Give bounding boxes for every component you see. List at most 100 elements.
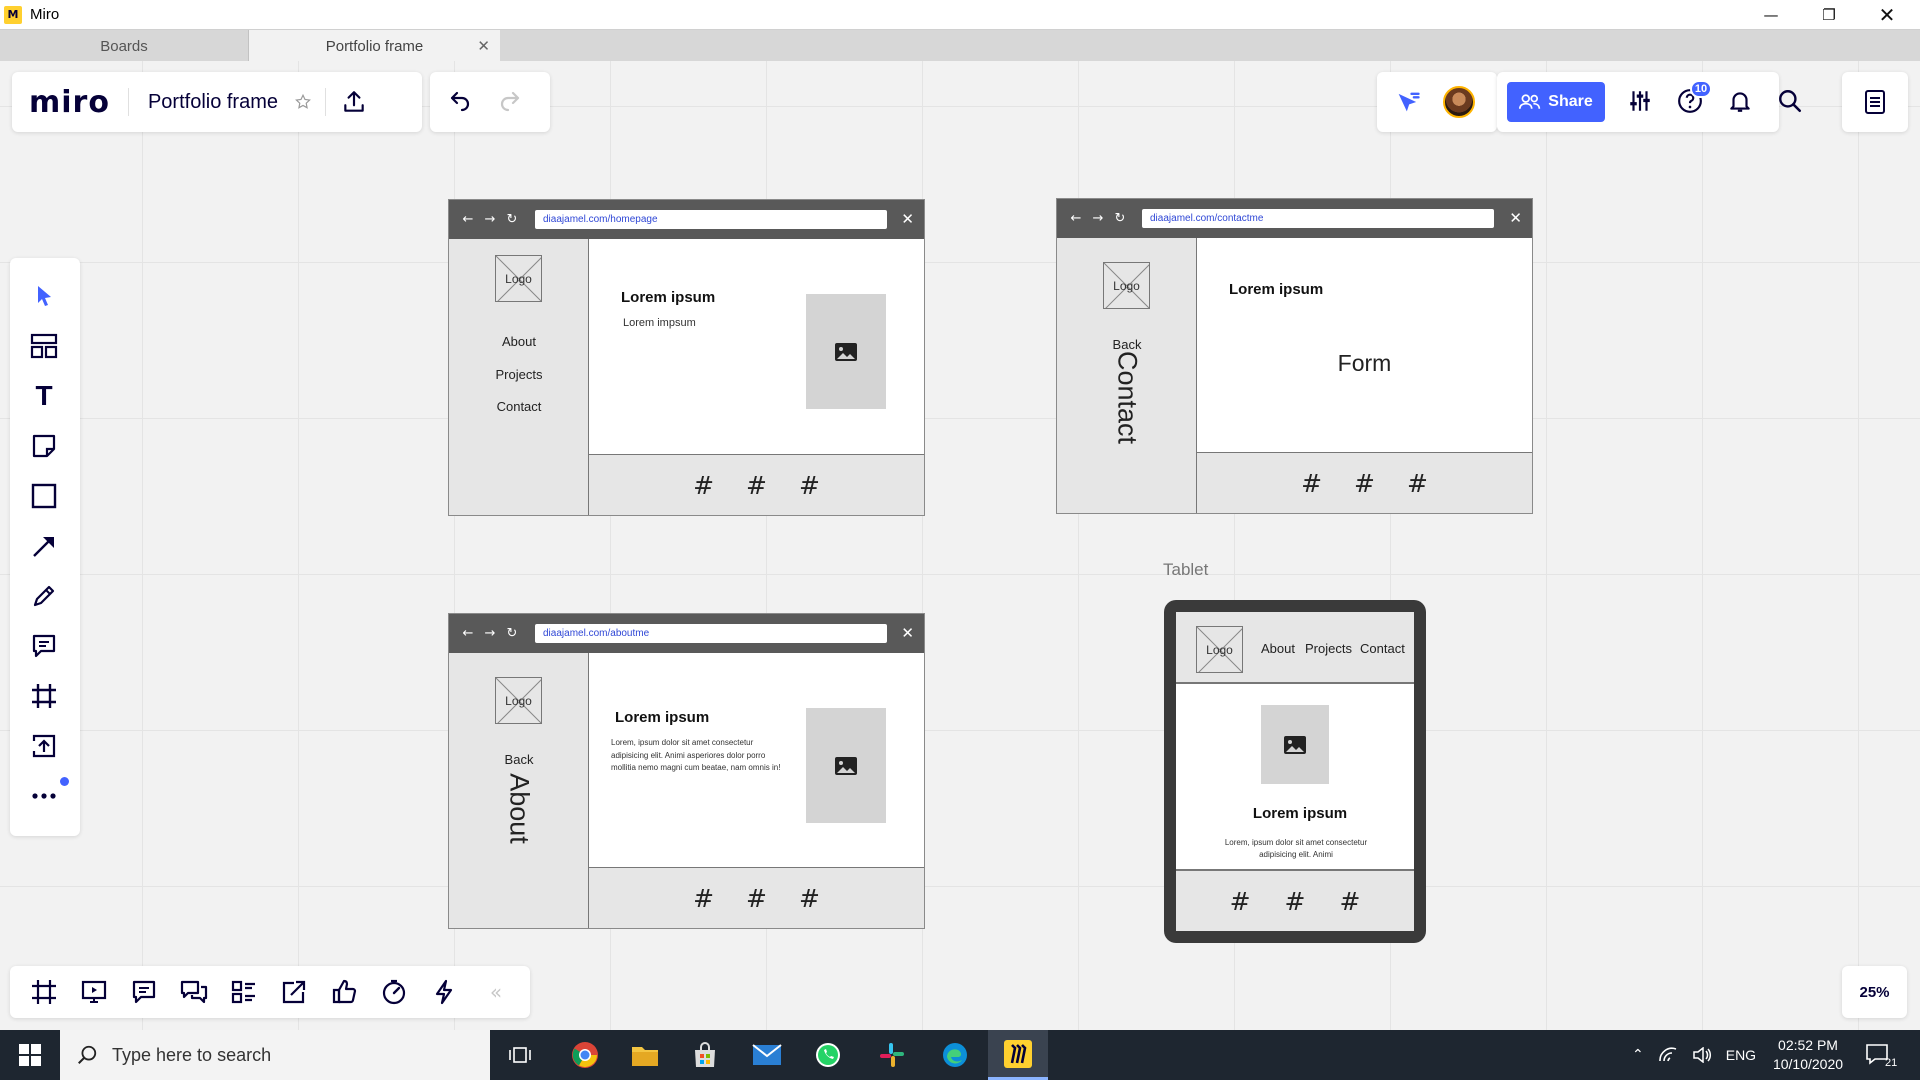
wireframe-contact[interactable]: ← → ↻ diaajamel.com/contactme ✕ Logo Bac… [1056, 198, 1533, 514]
language-indicator[interactable]: ENG [1726, 1047, 1756, 1063]
volume-icon[interactable] [1692, 1047, 1712, 1063]
windows-start-icon[interactable] [0, 1030, 60, 1080]
footer-link: # [1284, 886, 1306, 916]
chat-icon[interactable] [174, 972, 214, 1012]
wireframe-about[interactable]: ← → ↻ diaajamel.com/aboutme ✕ Logo Back … [448, 613, 925, 929]
arrow-connector-icon[interactable] [24, 526, 64, 566]
clock-time: 02:52 PM [1778, 1037, 1838, 1053]
settings-sliders-icon[interactable] [1625, 86, 1655, 116]
restore-button[interactable]: ❐ [1800, 0, 1858, 29]
file-explorer-icon[interactable] [615, 1030, 675, 1080]
frames-icon[interactable] [24, 972, 64, 1012]
shape-square-icon[interactable] [24, 476, 64, 516]
bell-icon[interactable] [1725, 86, 1755, 116]
wifi-icon[interactable] [1658, 1047, 1678, 1063]
wireframe-tablet[interactable]: Logo About Projects Contact Lorem ipsum … [1164, 600, 1426, 943]
pen-icon[interactable] [24, 576, 64, 616]
undo-icon[interactable] [446, 88, 474, 116]
footer-link: # [798, 883, 820, 913]
wireframe-homepage[interactable]: ← → ↻ diaajamel.com/homepage ✕ Logo Abou… [448, 199, 925, 516]
lightning-icon[interactable] [424, 972, 464, 1012]
edge-icon[interactable] [925, 1030, 985, 1080]
tablet-frame-label[interactable]: Tablet [1163, 560, 1208, 580]
bottom-toolbar: « [10, 966, 530, 1018]
sidebar: Logo About Projects Contact [449, 239, 589, 515]
select-cursor-icon[interactable] [24, 276, 64, 316]
nav-contact: Contact [496, 399, 542, 414]
system-clock[interactable]: 02:52 PM 10/10/2020 [1760, 1036, 1856, 1074]
footer-link: # [1406, 468, 1428, 498]
tab-portfolio-frame[interactable]: Portfolio frame ✕ [249, 30, 500, 62]
cursor-filter-icon[interactable] [1393, 87, 1423, 117]
logo-placeholder: Logo [495, 677, 542, 724]
collapse-toolbar-icon[interactable]: « [476, 972, 516, 1012]
text-tool-icon[interactable]: T [24, 376, 64, 416]
close-icon: ✕ [1509, 209, 1522, 227]
main-content: Lorem ipsum Lorem, ipsum dolor sit amet … [589, 653, 924, 868]
tablet-screen: Logo About Projects Contact Lorem ipsum … [1176, 612, 1414, 931]
slack-icon[interactable] [862, 1030, 922, 1080]
vertical-page-label: About [504, 773, 535, 844]
footer: # # # [1197, 453, 1532, 513]
task-view-icon[interactable] [490, 1030, 550, 1080]
action-center-icon[interactable]: 21 [1865, 1030, 1897, 1080]
screen-share-icon[interactable] [274, 972, 314, 1012]
logo-label: Logo [505, 271, 532, 286]
tablet-footer: # # # [1176, 869, 1414, 931]
search-icon[interactable] [1775, 86, 1805, 116]
presentation-icon[interactable] [74, 972, 114, 1012]
thumbs-up-icon[interactable] [324, 972, 364, 1012]
minimize-button[interactable]: — [1742, 0, 1800, 29]
templates-icon[interactable] [24, 326, 64, 366]
close-icon: ✕ [901, 624, 914, 642]
image-icon [835, 342, 857, 361]
comment-icon[interactable] [24, 626, 64, 666]
chrome-icon[interactable] [555, 1030, 615, 1080]
timer-icon[interactable] [374, 972, 414, 1012]
collaborators-panel [1377, 72, 1497, 132]
user-avatar[interactable] [1443, 86, 1475, 118]
footer-link: # [1354, 468, 1375, 498]
vertical-page-label: Contact [1112, 350, 1143, 445]
mail-icon[interactable] [737, 1030, 797, 1080]
miro-taskbar-icon[interactable] [988, 1030, 1048, 1080]
export-upload-icon[interactable] [340, 88, 368, 116]
microsoft-store-icon[interactable] [675, 1030, 735, 1080]
footer-link: # [693, 470, 715, 500]
logo-label: Logo [505, 693, 532, 708]
share-button[interactable]: Share [1507, 82, 1605, 122]
taskbar-search-input[interactable]: Type here to search [60, 1030, 490, 1080]
whatsapp-icon[interactable] [798, 1030, 858, 1080]
zoom-level[interactable]: 25% [1842, 966, 1907, 1018]
subheading: Lorem impsum [623, 317, 696, 329]
undo-redo-panel [430, 72, 550, 132]
footer-link: # [746, 883, 767, 913]
window-title: Miro [30, 6, 60, 23]
board-canvas[interactable] [0, 61, 1920, 1030]
close-window-button[interactable]: ✕ [1858, 0, 1916, 29]
show-hidden-icons-icon[interactable]: ⌃ [1632, 1047, 1644, 1063]
close-tab-icon[interactable]: ✕ [477, 37, 490, 55]
more-tools-icon[interactable] [24, 776, 64, 816]
card-list-icon[interactable] [224, 972, 264, 1012]
comments-icon[interactable] [124, 972, 164, 1012]
tab-boards[interactable]: Boards [0, 30, 249, 62]
miro-logo[interactable]: miro [29, 85, 110, 120]
new-feature-dot [60, 777, 69, 786]
upload-icon[interactable] [24, 726, 64, 766]
paragraph: Lorem, ipsum dolor sit amet consectetur … [611, 738, 781, 772]
star-icon[interactable] [292, 91, 314, 113]
clock-date: 10/10/2020 [1772, 1056, 1844, 1072]
board-menu-list-icon[interactable] [1860, 87, 1890, 117]
logo-label: Logo [1206, 642, 1233, 657]
logo-placeholder: Logo [1196, 626, 1243, 673]
redo-icon[interactable] [496, 88, 524, 116]
frame-icon[interactable] [24, 676, 64, 716]
sticky-note-icon[interactable] [24, 426, 64, 466]
action-center-count: 21 [1885, 1057, 1898, 1069]
board-title[interactable]: Portfolio frame [148, 91, 278, 114]
users-icon [1519, 94, 1541, 109]
url-field: diaajamel.com/aboutme [535, 624, 887, 643]
board-header-panel: miro Portfolio frame [12, 72, 422, 132]
paragraph: Lorem, ipsum dolor sit amet consectetur … [1224, 838, 1368, 859]
